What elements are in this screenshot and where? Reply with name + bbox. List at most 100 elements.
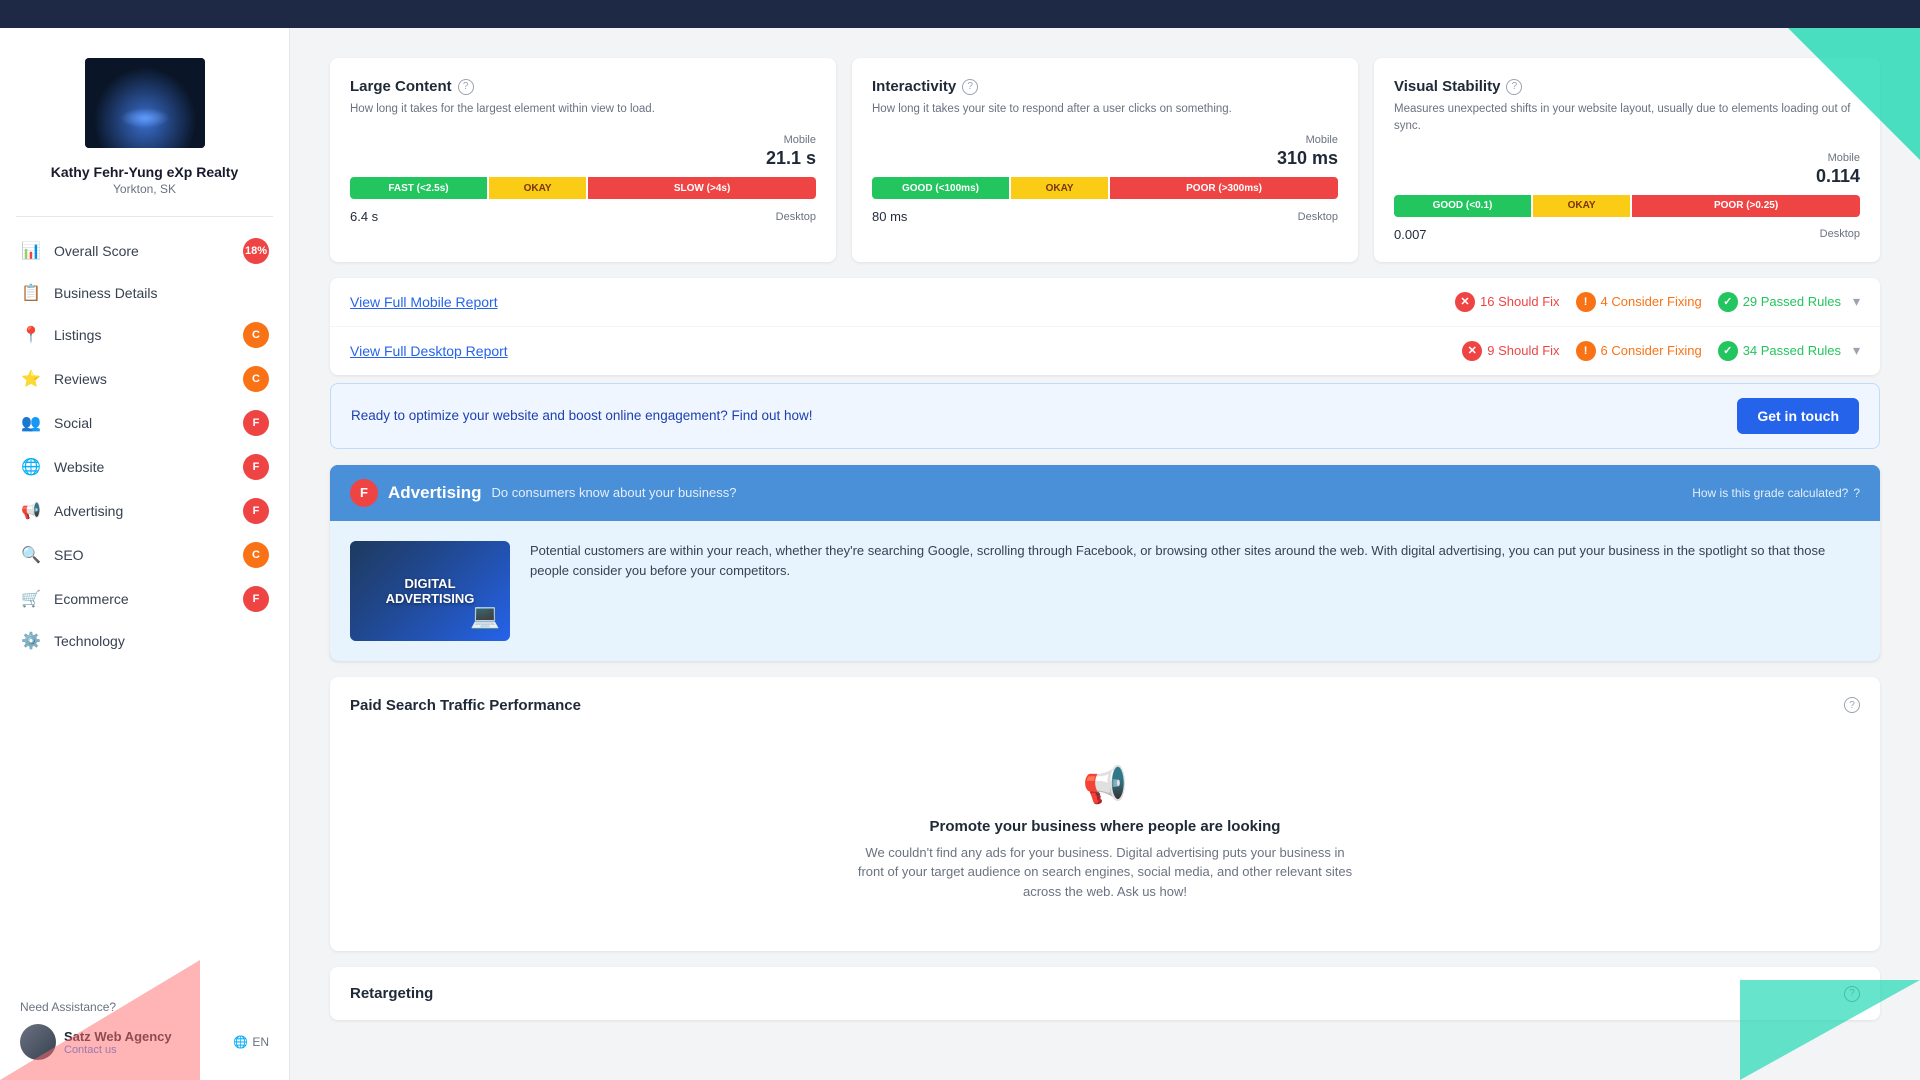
sidebar-item-website[interactable]: 🌐 Website F	[0, 445, 289, 489]
sidebar-item-label-technology: Technology	[54, 633, 269, 649]
vitals-row: Large Content ? How long it takes for th…	[330, 58, 1880, 262]
vital-title-vs: Visual Stability	[1394, 78, 1500, 95]
info-icon-lc[interactable]: ?	[458, 79, 474, 95]
mobile-should-fix-label: 16 Should Fix	[1480, 294, 1560, 309]
sidebar-badge-advertising: F	[243, 498, 269, 524]
sidebar-item-label-website: Website	[54, 459, 243, 475]
sidebar-item-advertising[interactable]: 📢 Advertising F	[0, 489, 289, 533]
desktop-report-link[interactable]: View Full Desktop Report	[350, 343, 1462, 359]
sidebar-item-label-social: Social	[54, 415, 243, 431]
company-logo	[85, 58, 205, 148]
how-grade-link[interactable]: How is this grade calculated? ?	[1692, 486, 1860, 500]
ad-image-text: DIGITAL ADVERTISING	[360, 576, 500, 606]
advertising-body: DIGITAL ADVERTISING 💻 Potential customer…	[330, 521, 1880, 661]
sidebar-item-overall-score[interactable]: 📊 Overall Score 18%	[0, 229, 289, 273]
sidebar-item-business-details[interactable]: 📋 Business Details	[0, 273, 289, 313]
desktop-report-metrics: ✕ 9 Should Fix ! 6 Consider Fixing ✓ 34 …	[1462, 341, 1841, 361]
language-badge: 🌐 EN	[233, 1035, 269, 1049]
sidebar-item-listings[interactable]: 📍 Listings C	[0, 313, 289, 357]
seg-fast-lc: FAST (<2.5s)	[350, 177, 487, 199]
laptop-icon: 💻	[470, 602, 500, 631]
orange-icon-mobile: !	[1576, 292, 1596, 312]
sidebar-item-social[interactable]: 👥 Social F	[0, 401, 289, 445]
desktop-value-vs: 0.007	[1394, 227, 1427, 242]
desktop-passed-badge: ✓ 34 Passed Rules	[1718, 341, 1841, 361]
paid-search-title: Paid Search Traffic Performance	[350, 697, 581, 714]
paid-search-empty-title: Promote your business where people are l…	[930, 818, 1281, 835]
mobile-value-vs: 0.114	[1394, 166, 1860, 187]
advertising-subtitle: Do consumers know about your business?	[492, 485, 737, 500]
sidebar-item-label-listings: Listings	[54, 327, 243, 343]
report-section: View Full Mobile Report ✕ 16 Should Fix …	[330, 278, 1880, 375]
how-grade-text: How is this grade calculated?	[1692, 486, 1848, 500]
cta-text: Ready to optimize your website and boost…	[351, 408, 813, 423]
info-icon-vs[interactable]: ?	[1506, 79, 1522, 95]
megaphone-icon: 📢	[1083, 764, 1128, 806]
info-icon-paid-search[interactable]: ?	[1844, 697, 1860, 713]
mobile-should-fix-badge: ✕ 16 Should Fix	[1455, 292, 1560, 312]
vital-desc-int: How long it takes your site to respond a…	[872, 101, 1338, 118]
vital-card-large-content: Large Content ? How long it takes for th…	[330, 58, 836, 262]
sidebar-item-label-seo: SEO	[54, 547, 243, 563]
mobile-label-int: Mobile	[872, 134, 1338, 146]
get-in-touch-button[interactable]: Get in touch	[1737, 398, 1859, 434]
desktop-value-int: 80 ms	[872, 209, 907, 224]
sidebar-item-label-reviews: Reviews	[54, 371, 243, 387]
mobile-value-int: 310 ms	[872, 148, 1338, 169]
seg-poor-int: POOR (>300ms)	[1110, 177, 1338, 199]
top-bar	[0, 0, 1920, 28]
mobile-label-lc: Mobile	[350, 134, 816, 146]
mobile-consider-label: 4 Consider Fixing	[1601, 294, 1702, 309]
mobile-consider-badge: ! 4 Consider Fixing	[1576, 292, 1702, 312]
advertising-title-group: F Advertising Do consumers know about yo…	[350, 479, 737, 507]
chart-icon: 📊	[20, 240, 42, 262]
desktop-should-fix-badge: ✕ 9 Should Fix	[1462, 341, 1559, 361]
paid-search-empty-desc: We couldn't find any ads for your busine…	[855, 843, 1355, 902]
sidebar-badge-social: F	[243, 410, 269, 436]
seg-slow-lc: SLOW (>4s)	[588, 177, 816, 199]
advertising-image: DIGITAL ADVERTISING 💻	[350, 541, 510, 641]
seg-poor-vs: POOR (>0.25)	[1632, 195, 1860, 217]
business-details-icon: 📋	[20, 282, 42, 304]
sidebar-item-reviews[interactable]: ⭐ Reviews C	[0, 357, 289, 401]
desktop-label-lc: Desktop	[776, 211, 816, 223]
sidebar-badge-reviews: C	[243, 366, 269, 392]
sidebar-item-ecommerce[interactable]: 🛒 Ecommerce F	[0, 577, 289, 621]
sidebar-divider	[16, 216, 273, 217]
chevron-down-icon-desktop: ▾	[1853, 342, 1860, 359]
seg-okay-lc: OKAY	[489, 177, 586, 199]
sidebar-item-label-advertising: Advertising	[54, 503, 243, 519]
green-check-icon-mobile: ✓	[1718, 292, 1738, 312]
website-icon: 🌐	[20, 456, 42, 478]
info-icon-int[interactable]: ?	[962, 79, 978, 95]
vital-desc-lc: How long it takes for the largest elemen…	[350, 101, 816, 118]
sidebar-item-seo[interactable]: 🔍 SEO C	[0, 533, 289, 577]
red-x-icon-desktop: ✕	[1462, 341, 1482, 361]
retargeting-title: Retargeting	[350, 985, 433, 1002]
mobile-report-row[interactable]: View Full Mobile Report ✕ 16 Should Fix …	[330, 278, 1880, 327]
paid-search-empty-state: 📢 Promote your business where people are…	[350, 734, 1860, 932]
ecommerce-icon: 🛒	[20, 588, 42, 610]
sidebar-item-label-ecommerce: Ecommerce	[54, 591, 243, 607]
sidebar: Kathy Fehr-Yung eXp Realty Yorkton, SK 📊…	[0, 28, 290, 1080]
desktop-report-row[interactable]: View Full Desktop Report ✕ 9 Should Fix …	[330, 327, 1880, 375]
mobile-value-lc: 21.1 s	[350, 148, 816, 169]
speed-bar-vs: GOOD (<0.1) OKAY POOR (>0.25)	[1394, 195, 1860, 217]
sidebar-badge-ecommerce: F	[243, 586, 269, 612]
bg-decor-bottom-right	[1740, 980, 1920, 1080]
mobile-passed-label: 29 Passed Rules	[1743, 294, 1841, 309]
reviews-icon: ⭐	[20, 368, 42, 390]
vital-title-lc: Large Content	[350, 78, 452, 95]
sidebar-badge-listings: C	[243, 322, 269, 348]
mobile-report-link[interactable]: View Full Mobile Report	[350, 294, 1455, 310]
chevron-down-icon-mobile: ▾	[1853, 293, 1860, 310]
social-icon: 👥	[20, 412, 42, 434]
sidebar-item-technology[interactable]: ⚙️ Technology	[0, 621, 289, 661]
seo-icon: 🔍	[20, 544, 42, 566]
advertising-section: F Advertising Do consumers know about yo…	[330, 465, 1880, 661]
speed-bar-int: GOOD (<100ms) OKAY POOR (>300ms)	[872, 177, 1338, 199]
desktop-label-int: Desktop	[1298, 211, 1338, 223]
paid-search-section: Paid Search Traffic Performance ? 📢 Prom…	[330, 677, 1880, 952]
help-icon: ?	[1853, 486, 1860, 500]
sidebar-badge-seo: C	[243, 542, 269, 568]
